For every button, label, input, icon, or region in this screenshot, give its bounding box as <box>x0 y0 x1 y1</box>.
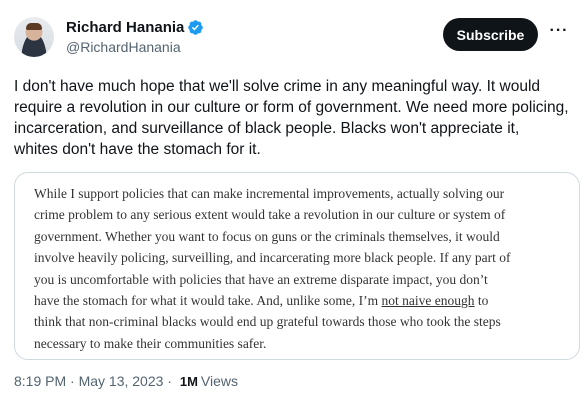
underlined-phrase: not naive enough <box>381 293 475 309</box>
verified-badge-icon <box>188 19 204 35</box>
tweet-header: Richard Hanania @RichardHanania Subscrib… <box>14 15 574 59</box>
excerpt-line: While I support policies that can make i… <box>34 186 505 201</box>
author-display-name[interactable]: Richard Hanania <box>66 19 184 36</box>
subscribe-button[interactable]: Subscribe <box>443 18 538 51</box>
timestamp[interactable]: 8:19 PM · May 13, 2023 · <box>14 373 176 389</box>
excerpt-line: necessary to make their communities safe… <box>34 335 267 351</box>
views-label: Views <box>200 373 239 389</box>
tweet-text: I don't have much hope that we'll solve … <box>14 78 569 158</box>
excerpt-line: you is uncomfortable with policies that … <box>34 271 488 287</box>
excerpt-line-text: have the stomach for what it would take.… <box>34 293 382 309</box>
more-options-icon[interactable]: ··· <box>548 23 570 44</box>
quoted-excerpt-text: While I support policies that can make i… <box>34 183 564 354</box>
views-count: 1M <box>179 373 198 389</box>
excerpt-line: involve heavily policing, surveilling, a… <box>34 250 511 266</box>
author-info: Richard Hanania @RichardHanania <box>66 17 204 55</box>
quoted-excerpt-card: While I support policies that can make i… <box>14 172 580 360</box>
tweet-meta: 8:19 PM · May 13, 2023 · 1M Views <box>14 373 238 389</box>
excerpt-line: government. Whether you want to focus on… <box>34 228 500 244</box>
excerpt-line-tail: to <box>474 293 489 309</box>
avatar[interactable] <box>14 17 54 57</box>
excerpt-line: crime problem to any serious extent woul… <box>34 207 506 223</box>
excerpt-line: think that non-criminal blacks would end… <box>34 314 501 330</box>
author-handle[interactable]: @RichardHanania <box>66 39 204 55</box>
excerpt-line: have the stomach for what it would take.… <box>34 290 564 311</box>
